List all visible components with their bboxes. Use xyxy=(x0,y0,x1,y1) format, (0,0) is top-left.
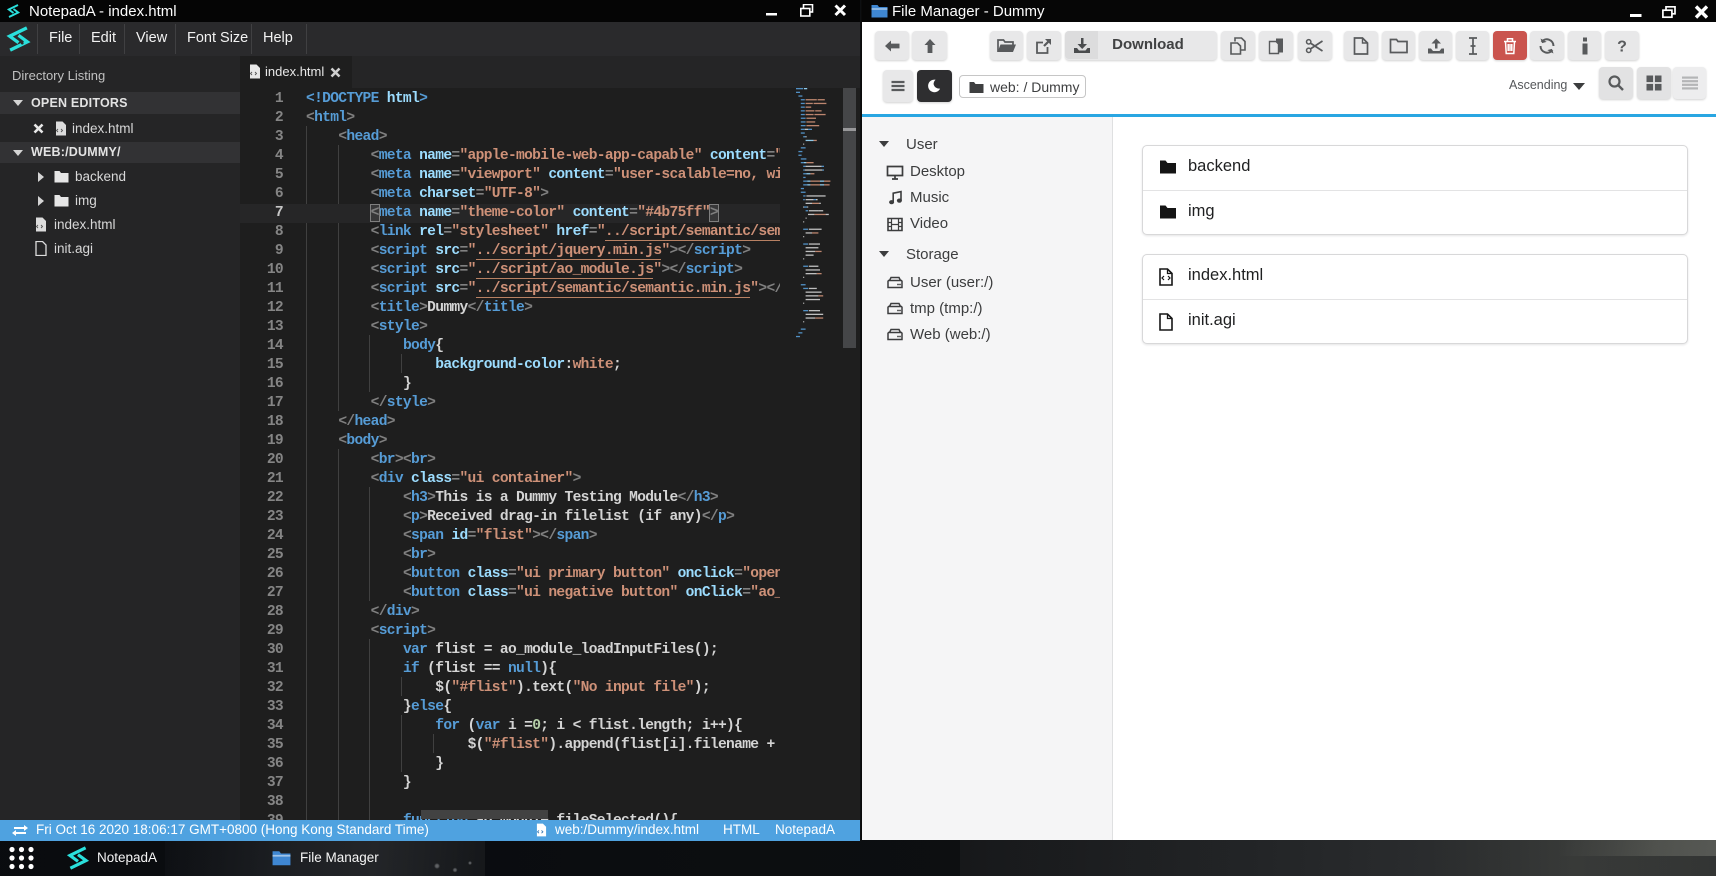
svg-text:?: ? xyxy=(1617,38,1627,54)
